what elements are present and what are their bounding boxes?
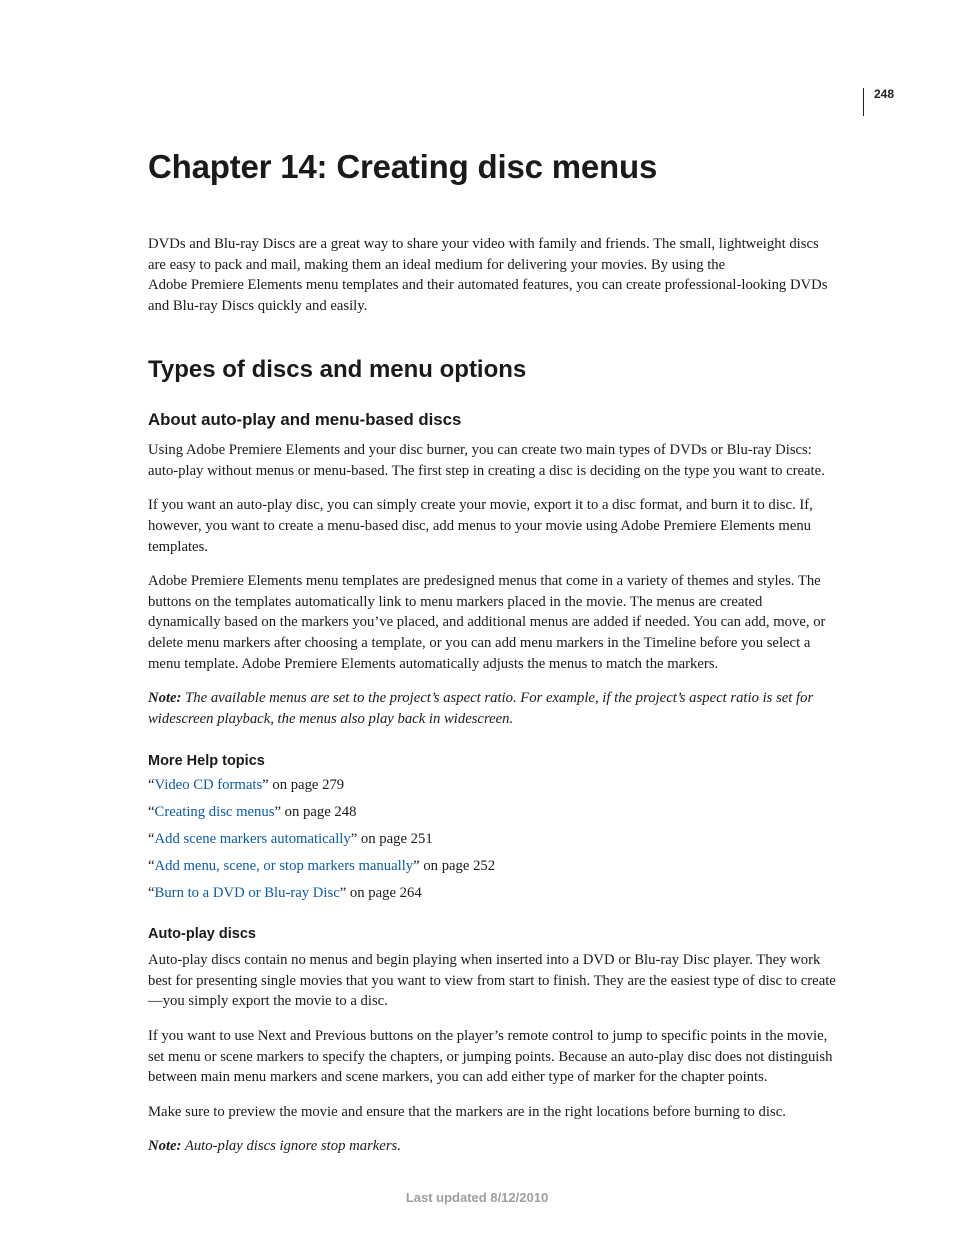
help-topic-line: “Video CD formats” on page 279: [148, 777, 838, 794]
page-footer: Last updated 8/12/2010: [0, 1190, 954, 1205]
page-content: Chapter 14: Creating disc menus DVDs and…: [148, 148, 838, 1171]
page-ref: ” on page 279: [262, 777, 344, 793]
help-topic-line: “Add scene markers automatically” on pag…: [148, 831, 838, 848]
intro-paragraph: DVDs and Blu-ray Discs are a great way t…: [148, 234, 838, 316]
note-paragraph: Note: The available menus are set to the…: [148, 688, 838, 729]
note-paragraph: Note: Auto-play discs ignore stop marker…: [148, 1136, 838, 1157]
page-ref: ” on page 252: [413, 858, 495, 874]
subsection-heading-autoplay: Auto-play discs: [148, 926, 838, 942]
subsection-heading-about: About auto-play and menu-based discs: [148, 410, 838, 430]
page-ref: ” on page 248: [274, 804, 356, 820]
body-paragraph: If you want an auto-play disc, you can s…: [148, 495, 838, 557]
body-paragraph: Make sure to preview the movie and ensur…: [148, 1102, 838, 1123]
note-body: The available menus are set to the proje…: [148, 690, 813, 727]
more-help-heading: More Help topics: [148, 753, 838, 769]
help-topic-link[interactable]: Burn to a DVD or Blu-ray Disc: [155, 885, 340, 901]
chapter-heading: Chapter 14: Creating disc menus: [148, 148, 838, 186]
body-paragraph: Auto-play discs contain no menus and beg…: [148, 950, 838, 1012]
section-heading: Types of discs and menu options: [148, 356, 838, 384]
help-topic-line: “Burn to a DVD or Blu-ray Disc” on page …: [148, 885, 838, 902]
help-topic-link[interactable]: Add scene markers automatically: [155, 831, 351, 847]
note-label: Note:: [148, 1138, 181, 1154]
body-paragraph: If you want to use Next and Previous but…: [148, 1026, 838, 1088]
help-topic-link[interactable]: Creating disc menus: [155, 804, 275, 820]
note-label: Note:: [148, 690, 181, 706]
note-body: Auto-play discs ignore stop markers.: [181, 1138, 400, 1154]
body-paragraph: Adobe Premiere Elements menu templates a…: [148, 571, 838, 674]
body-paragraph: Using Adobe Premiere Elements and your d…: [148, 440, 838, 481]
page-number: 248: [863, 88, 894, 116]
help-topic-link[interactable]: Video CD formats: [155, 777, 263, 793]
page-ref: ” on page 264: [340, 885, 422, 901]
page-ref: ” on page 251: [351, 831, 433, 847]
help-topic-link[interactable]: Add menu, scene, or stop markers manuall…: [155, 858, 414, 874]
help-topic-line: “Add menu, scene, or stop markers manual…: [148, 858, 838, 875]
help-topic-line: “Creating disc menus” on page 248: [148, 804, 838, 821]
